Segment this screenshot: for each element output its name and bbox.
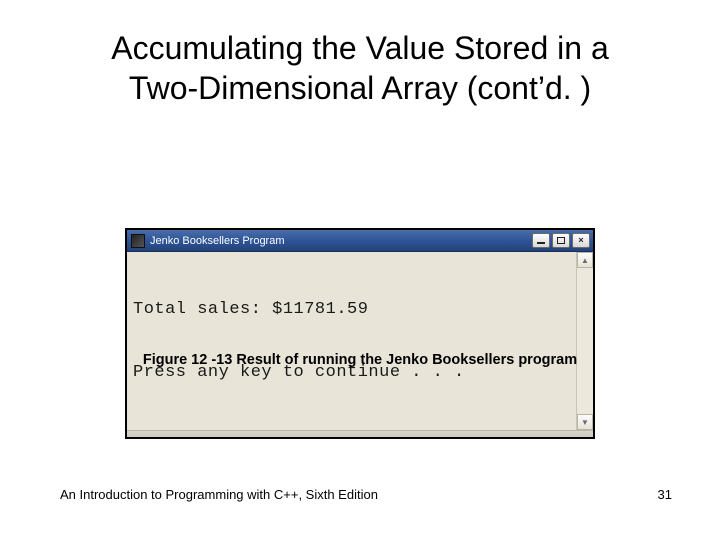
slide-title: Accumulating the Value Stored in a Two-D… <box>0 28 720 108</box>
window-resize-bar <box>127 430 593 437</box>
minimize-button[interactable] <box>532 233 550 248</box>
scroll-down-button[interactable]: ▼ <box>577 414 593 430</box>
window-titlebar: Jenko Booksellers Program × <box>127 230 593 252</box>
console-line-1: Total sales: $11781.59 <box>133 299 591 320</box>
footer-book-title: An Introduction to Programming with C++,… <box>60 487 378 502</box>
figure-caption: Figure 12 -13 Result of running the Jenk… <box>0 352 720 368</box>
page-number: 31 <box>658 487 672 502</box>
console-body: Total sales: $11781.59 Press any key to … <box>127 252 593 430</box>
app-icon <box>131 234 145 248</box>
vertical-scrollbar[interactable]: ▲ ▼ <box>576 252 593 430</box>
window-buttons: × <box>532 233 590 248</box>
title-line-1: Accumulating the Value Stored in a <box>111 30 608 66</box>
window-title-text: Jenko Booksellers Program <box>150 235 285 247</box>
close-button[interactable]: × <box>572 233 590 248</box>
title-line-2: Two-Dimensional Array (cont’d. ) <box>129 70 591 106</box>
slide: Accumulating the Value Stored in a Two-D… <box>0 0 720 540</box>
console-window: Jenko Booksellers Program × Total sales:… <box>125 228 595 439</box>
maximize-button[interactable] <box>552 233 570 248</box>
scroll-up-button[interactable]: ▲ <box>577 252 593 268</box>
